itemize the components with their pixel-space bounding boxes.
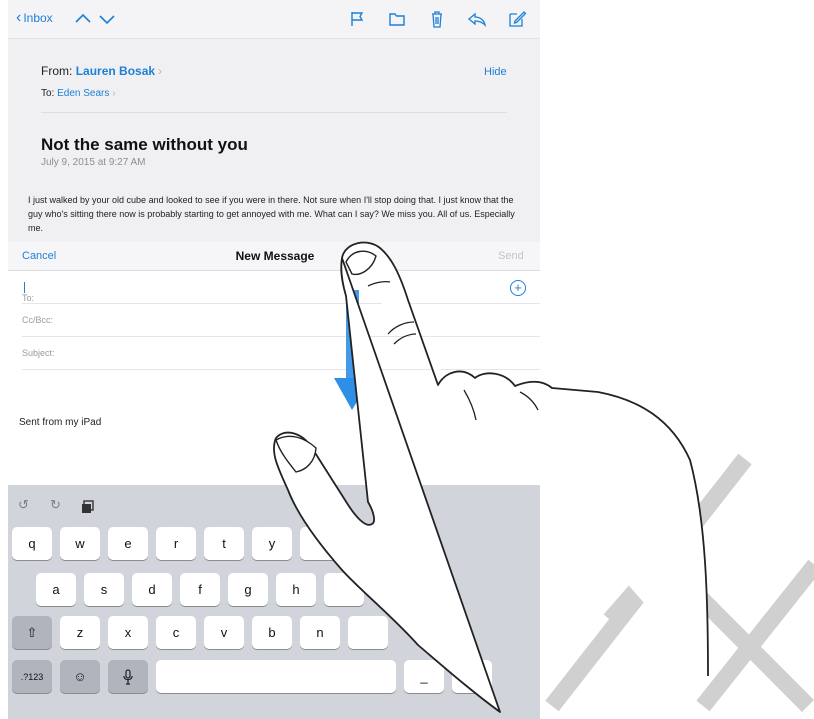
undo-icon[interactable]: ↺	[18, 497, 29, 513]
key-j[interactable]	[324, 573, 364, 606]
space-bar[interactable]	[156, 660, 396, 693]
key-d[interactable]: d	[132, 573, 172, 606]
key-n[interactable]: n	[300, 616, 340, 649]
chevron-right-icon: ›	[158, 64, 163, 78]
subject-label: Subject:	[22, 348, 55, 358]
to-label: To:	[41, 88, 55, 99]
chevron-left-icon: ‹	[16, 9, 22, 26]
onscreen-keyboard: ↺ ↻ q w e r t y a s d f g h ⇧ z x c v b …	[8, 485, 540, 719]
message-subject: Not the same without you	[41, 135, 248, 154]
key-b[interactable]: b	[252, 616, 292, 649]
key-u[interactable]	[300, 527, 340, 560]
key-o[interactable]	[398, 527, 438, 560]
hide-details-link[interactable]: Hide	[484, 66, 507, 78]
subject-field[interactable]: Subject:	[22, 337, 540, 370]
key-y[interactable]: y	[252, 527, 292, 560]
back-to-inbox-button[interactable]: ‹ Inbox	[16, 9, 53, 26]
signature-text: Sent from my iPad	[19, 417, 102, 428]
key-t[interactable]: t	[204, 527, 244, 560]
header-divider	[41, 112, 507, 113]
key-x[interactable]: x	[108, 616, 148, 649]
chevron-down-icon[interactable]	[96, 9, 118, 29]
key-f[interactable]: f	[180, 573, 220, 606]
message-body: I just walked by your old cube and looke…	[28, 195, 515, 233]
compose-sheet: Cancel New Message Send To: + Cc/Bcc: Su…	[8, 242, 540, 485]
from-sender-name[interactable]: Lauren Bosak	[76, 64, 155, 78]
add-contact-icon[interactable]: +	[510, 280, 526, 296]
from-label: From:	[41, 64, 73, 78]
flag-icon[interactable]	[346, 9, 368, 29]
message-date: July 9, 2015 at 9:27 AM	[41, 157, 146, 168]
to-line: To: Eden Sears ›	[41, 88, 116, 99]
key-h[interactable]: h	[276, 573, 316, 606]
send-button[interactable]: Send	[498, 250, 524, 262]
to-field[interactable]: To:	[22, 271, 540, 304]
mail-message-view: ‹ Inbox From: Lauren Bosak › To: Eden Sea…	[8, 0, 540, 242]
chevron-up-icon[interactable]	[72, 9, 94, 29]
to-field-label: To:	[22, 282, 34, 303]
microphone-icon[interactable]	[108, 660, 148, 693]
from-line: From: Lauren Bosak ›	[41, 64, 162, 78]
compose-nav-bar: Cancel New Message Send	[8, 242, 540, 271]
key-next[interactable]	[452, 660, 492, 693]
folder-icon[interactable]	[386, 9, 408, 29]
back-label: Inbox	[23, 11, 53, 25]
key-c[interactable]: c	[156, 616, 196, 649]
key-w[interactable]: w	[60, 527, 100, 560]
trash-icon[interactable]	[426, 9, 448, 29]
paste-icon[interactable]	[81, 500, 95, 514]
key-s[interactable]: s	[84, 573, 124, 606]
underscore-key[interactable]: _	[404, 660, 444, 693]
text-cursor	[24, 282, 25, 293]
key-e[interactable]: e	[108, 527, 148, 560]
cc-bcc-label: Cc/Bcc:	[22, 315, 54, 325]
key-q[interactable]: q	[12, 527, 52, 560]
key-v[interactable]: v	[204, 616, 244, 649]
shift-icon[interactable]: ⇧	[12, 616, 52, 649]
reply-icon[interactable]	[466, 9, 488, 29]
mail-toolbar: ‹ Inbox	[8, 0, 540, 39]
redo-icon[interactable]: ↻	[50, 497, 61, 513]
key-m[interactable]	[348, 616, 388, 649]
compose-title: New Message	[235, 249, 315, 263]
compose-icon[interactable]	[506, 9, 528, 29]
key-a[interactable]: a	[36, 573, 76, 606]
key-z[interactable]: z	[60, 616, 100, 649]
ipad-screen: ‹ Inbox From: Lauren Bosak › To: Eden Sea…	[8, 0, 540, 719]
cc-bcc-field[interactable]: Cc/Bcc:	[22, 304, 540, 337]
key-r[interactable]: r	[156, 527, 196, 560]
emoji-icon[interactable]: ☺	[60, 660, 100, 693]
to-recipient-name[interactable]: Eden Sears	[57, 88, 109, 99]
key-g[interactable]: g	[228, 573, 268, 606]
numbers-key[interactable]: .?123	[12, 660, 52, 693]
chevron-right-icon: ›	[112, 88, 116, 99]
